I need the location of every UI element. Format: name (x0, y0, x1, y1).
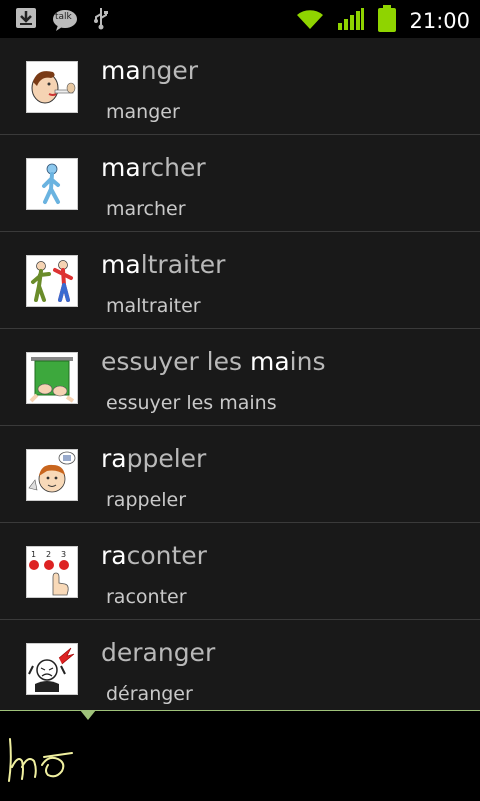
svg-text:1: 1 (31, 550, 36, 559)
remember-picto (26, 449, 78, 501)
title-highlight: ma (101, 56, 141, 85)
svg-text:3: 3 (61, 550, 66, 559)
list-item[interactable]: rappeler rappeler (0, 426, 480, 523)
item-title: deranger (101, 638, 215, 667)
disturb-picto (26, 643, 78, 695)
item-title: raconter (101, 541, 207, 570)
list-item[interactable]: deranger déranger (0, 620, 480, 710)
list-item[interactable]: essuyer les mains essuyer les mains (0, 329, 480, 426)
list-item[interactable]: marcher marcher (0, 135, 480, 232)
item-subtitle: marcher (106, 198, 186, 220)
eating-picto (26, 61, 78, 113)
list-item[interactable]: maltraiter maltraiter (0, 232, 480, 329)
title-prefix: essuyer les (101, 347, 250, 376)
item-title: maltraiter (101, 250, 225, 279)
item-title: marcher (101, 153, 206, 182)
item-subtitle: manger (106, 101, 180, 123)
suggestion-list[interactable]: manger manger marcher marcher maltraiter… (0, 38, 480, 710)
mistreat-picto (26, 255, 78, 307)
item-title: manger (101, 56, 198, 85)
title-rest: deranger (101, 638, 216, 667)
panel-pointer-icon (80, 710, 96, 720)
title-highlight: ma (101, 153, 141, 182)
title-rest: nger (140, 56, 199, 85)
talk-label: talk (55, 12, 72, 22)
usb-icon (92, 6, 110, 34)
title-rest: conter (126, 541, 207, 570)
battery-icon (377, 5, 397, 37)
item-subtitle: raconter (106, 586, 187, 608)
list-item[interactable]: manger manger (0, 38, 480, 135)
wifi-icon (295, 7, 325, 35)
clock: 21:00 (409, 9, 470, 33)
title-highlight: ma (101, 250, 141, 279)
download-icon (14, 6, 38, 34)
item-subtitle: déranger (106, 683, 193, 705)
title-highlight: ra (101, 444, 127, 473)
item-title: rappeler (101, 444, 206, 473)
svg-text:2: 2 (46, 550, 51, 559)
title-highlight: ma (249, 347, 290, 376)
title-highlight: ra (101, 541, 127, 570)
item-subtitle: maltraiter (106, 295, 201, 317)
handwriting-input-panel[interactable] (0, 710, 480, 801)
title-rest: ltraiter (140, 250, 226, 279)
towel-picto (26, 352, 78, 404)
item-title: essuyer les mains (101, 347, 326, 376)
title-rest: rcher (140, 153, 206, 182)
tell-picto: 1 2 3 (26, 546, 78, 598)
handwritten-ink (8, 738, 73, 782)
talk-icon: talk (52, 8, 78, 32)
list-item[interactable]: 1 2 3 raconter raconter (0, 523, 480, 620)
item-subtitle: essuyer les mains (106, 392, 277, 414)
walking-picto (26, 158, 78, 210)
signal-icon (337, 7, 365, 35)
status-bar: talk 21:00 (0, 0, 480, 38)
title-rest: ins (289, 347, 326, 376)
title-rest: ppeler (126, 444, 207, 473)
item-subtitle: rappeler (106, 489, 187, 511)
